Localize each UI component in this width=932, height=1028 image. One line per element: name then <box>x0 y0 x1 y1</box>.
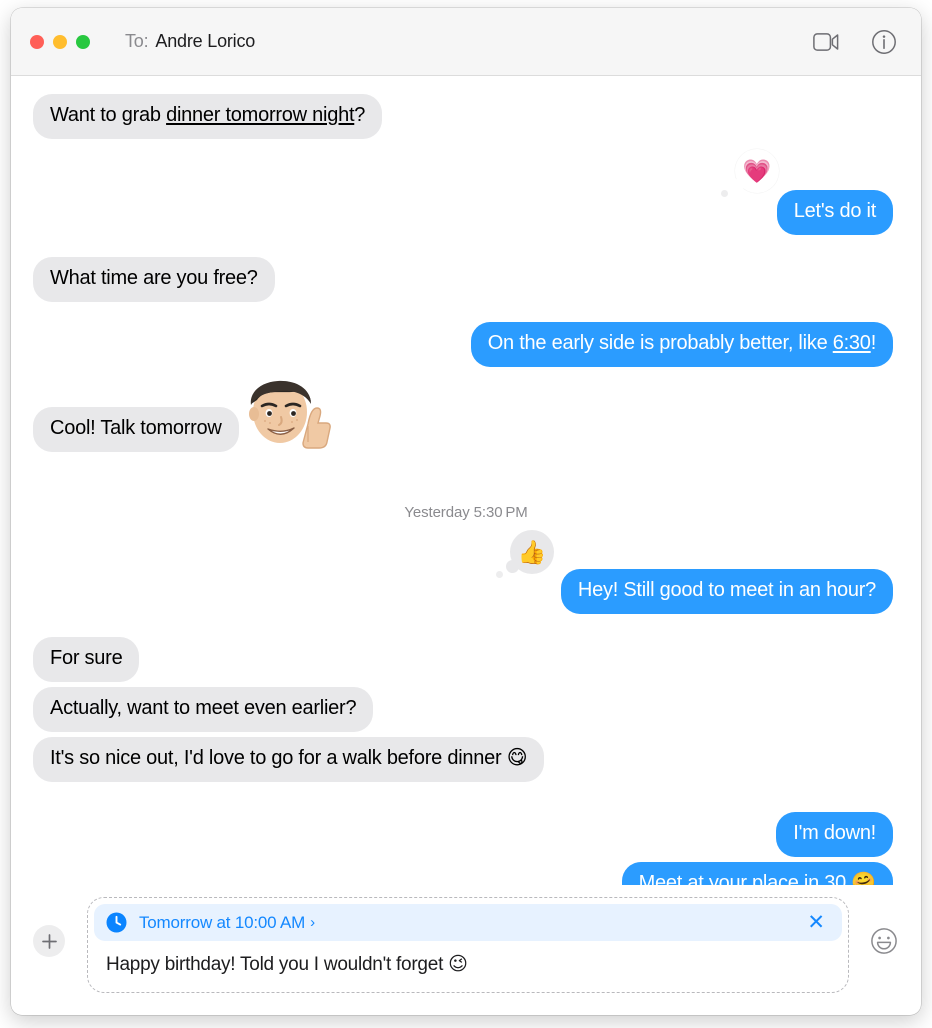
message-row: What time are you free? <box>21 257 899 302</box>
message-row: 👍 Hey! Still good to meet in an hour? <box>33 530 906 614</box>
heart-icon: 💗 <box>742 157 772 184</box>
message-row: Cool! Talk tomorrow <box>21 380 899 452</box>
message-text: On the early side is probably better, li… <box>487 332 833 354</box>
facetime-video-icon[interactable] <box>811 27 841 57</box>
title-bar-actions <box>811 27 899 57</box>
message-text: Meet at your place in 30 🤗 <box>638 872 877 885</box>
scheduled-send-banner[interactable]: Tomorrow at 10:00 AM › ✕ <box>94 904 842 941</box>
to-label: To: <box>125 31 149 51</box>
message-text: I'm down! <box>793 822 876 844</box>
message-bubble-outgoing[interactable]: On the early side is probably better, li… <box>470 322 906 367</box>
clock-icon <box>106 912 128 933</box>
thumbs-up-icon: 👍 <box>517 538 547 565</box>
tapback-heart-reaction[interactable]: 💗 <box>721 149 779 197</box>
message-bubble-incoming[interactable]: Want to grab dinner tomorrow night? <box>20 94 383 139</box>
message-bubble-outgoing[interactable]: I'm down! <box>776 812 893 857</box>
message-text: Want to grab <box>50 104 167 126</box>
message-row: 💗 Let's do it <box>33 149 906 235</box>
plus-icon <box>41 933 57 949</box>
message-bubble-incoming[interactable]: It's so nice out, I'd love to go for a w… <box>20 737 545 782</box>
message-row: It's so nice out, I'd love to go for a w… <box>20 737 899 782</box>
emoji-picker-button[interactable] <box>869 926 899 956</box>
scheduled-send-time: Tomorrow at 10:00 AM <box>139 912 306 932</box>
data-detector-link[interactable]: dinner tomorrow night <box>166 104 354 126</box>
message-bubble-incoming[interactable]: What time are you free? <box>21 257 275 302</box>
tapback-thumbsup-reaction[interactable]: 👍 <box>496 530 554 578</box>
message-text-tail: ! <box>870 332 877 354</box>
message-bubble-incoming[interactable]: Actually, want to meet even earlier? <box>33 687 374 732</box>
close-window-button[interactable] <box>30 34 44 49</box>
message-row: I'm down! <box>33 812 899 857</box>
recipient-row[interactable]: To: Andre Lorico <box>125 31 255 52</box>
add-attachment-button[interactable] <box>33 925 65 957</box>
conversation-timestamp: Yesterday 5:30 PM <box>404 504 528 521</box>
message-text: Cool! Talk tomorrow <box>50 417 222 439</box>
draft-message-text[interactable]: Happy birthday! Told you I wouldn't forg… <box>94 941 842 984</box>
message-input-field[interactable]: Tomorrow at 10:00 AM › ✕ Happy birthday!… <box>87 897 849 993</box>
message-row: On the early side is probably better, li… <box>33 322 906 367</box>
message-text: Actually, want to meet even earlier? <box>50 697 357 719</box>
message-transcript[interactable]: Want to grab dinner tomorrow night? 💗 Le… <box>11 76 921 885</box>
messages-window: To: Andre Lorico Want to grab dinner tom… <box>11 8 921 1015</box>
message-text: What time are you free? <box>50 267 258 289</box>
message-text: It's so nice out, I'd love to go for a w… <box>50 747 528 769</box>
message-text: Hey! Still good to meet in an hour? <box>577 579 876 601</box>
minimize-window-button[interactable] <box>53 34 67 49</box>
data-detector-link[interactable]: 6:30 <box>833 332 871 354</box>
scheduled-send-label[interactable]: Tomorrow at 10:00 AM › <box>139 913 315 933</box>
chevron-right-icon: › <box>310 914 315 931</box>
memoji-thumbs-up-sticker[interactable] <box>238 364 334 473</box>
message-bubble-outgoing[interactable]: Hey! Still good to meet in an hour? <box>560 569 906 614</box>
title-bar: To: Andre Lorico <box>11 8 921 76</box>
message-row: Meet at your place in 30 🤗 <box>33 862 899 885</box>
message-bubble-outgoing[interactable]: Meet at your place in 30 🤗 <box>621 862 893 885</box>
message-bubble-outgoing[interactable]: Let's do it <box>776 190 906 235</box>
traffic-lights <box>30 34 90 49</box>
close-icon[interactable]: ✕ <box>804 912 828 933</box>
message-bubble-incoming[interactable]: Cool! Talk tomorrow <box>21 407 239 452</box>
compose-area: Tomorrow at 10:00 AM › ✕ Happy birthday!… <box>11 885 921 1015</box>
message-row: Actually, want to meet even earlier? <box>33 687 899 732</box>
recipient-name: Andre Lorico <box>155 31 256 51</box>
message-row: For sure <box>33 637 899 682</box>
smiley-face-icon <box>871 928 897 954</box>
message-text-tail: ? <box>354 104 366 126</box>
message-text: For sure <box>50 647 123 669</box>
message-text: Let's do it <box>793 200 876 222</box>
message-bubble-incoming[interactable]: For sure <box>33 637 140 682</box>
message-row: Want to grab dinner tomorrow night? <box>20 94 899 139</box>
zoom-window-button[interactable] <box>76 34 90 49</box>
details-info-icon[interactable] <box>869 27 899 57</box>
